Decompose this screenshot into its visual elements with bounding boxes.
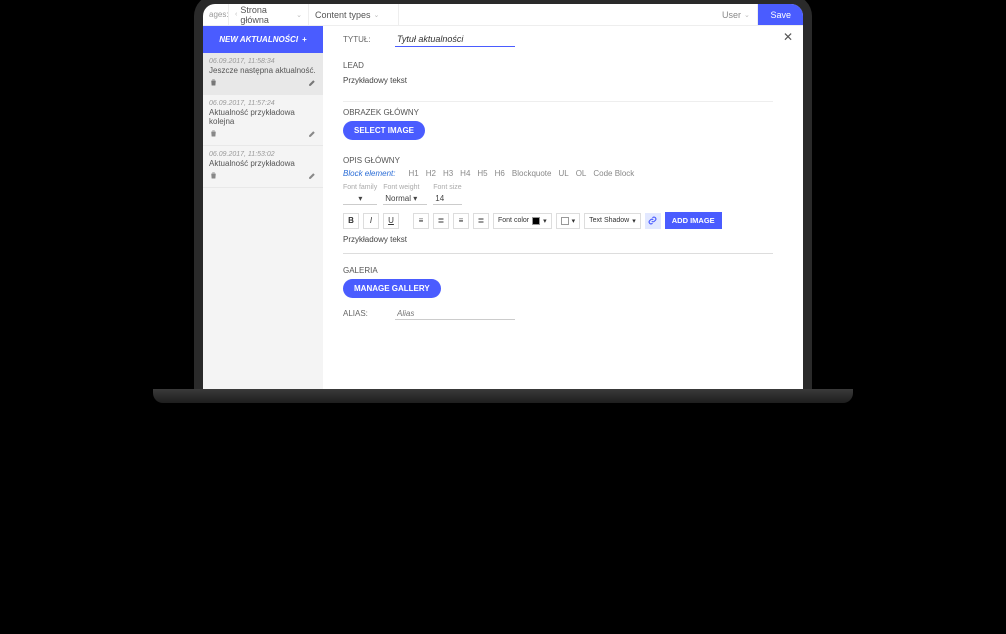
link-button[interactable]	[645, 213, 661, 229]
lead-label: LEAD	[343, 61, 773, 70]
align-center-button[interactable]: ≣	[433, 213, 449, 229]
align-justify-button[interactable]: ≣	[473, 213, 489, 229]
font-size-label: Font size	[433, 184, 461, 191]
ul-button[interactable]: UL	[558, 169, 568, 178]
white-swatch-icon	[561, 217, 569, 225]
item-date: 06.09.2017, 11:57:24	[209, 100, 317, 107]
alias-label: ALIAS:	[343, 309, 381, 318]
plus-icon: +	[302, 35, 307, 44]
gallery-label: GALERIA	[343, 266, 773, 275]
black-swatch-icon	[532, 217, 540, 225]
editor-body[interactable]: Przykładowy tekst	[343, 232, 773, 247]
title-input[interactable]	[395, 32, 515, 47]
codeblock-button[interactable]: Code Block	[593, 169, 634, 178]
font-color-label: Font color	[498, 217, 529, 224]
text-shadow-label: Text Shadow	[589, 217, 629, 224]
font-size-select[interactable]: 14	[433, 193, 461, 205]
heading-h1-button[interactable]: H1	[408, 169, 418, 178]
lead-textarea[interactable]: Przykładowy tekst	[343, 74, 773, 87]
user-dropdown[interactable]: User ⌄	[714, 4, 758, 25]
font-family-label: Font family	[343, 184, 377, 191]
font-weight-select[interactable]: Normal ▾	[383, 193, 427, 205]
user-label: User	[722, 10, 741, 20]
item-title: Aktualność przykładowa kolejna	[209, 108, 317, 126]
chevron-left-icon: ‹	[235, 11, 237, 18]
select-image-button[interactable]: SELECT IMAGE	[343, 121, 425, 140]
item-date: 06.09.2017, 11:58:34	[209, 58, 317, 65]
main-desc-label: OPIS GŁÓWNY	[343, 156, 773, 165]
new-button-label: NEW AKTUALNOŚCI	[219, 35, 298, 44]
bg-color-dropdown[interactable]: ▾	[556, 213, 581, 229]
blockquote-button[interactable]: Blockquote	[512, 169, 552, 178]
main-image-label: OBRAZEK GŁÓWNY	[343, 108, 773, 117]
underline-button[interactable]: U	[383, 213, 399, 229]
pages-text: ages:	[209, 10, 229, 19]
nav-home-dropdown[interactable]: ‹ Strona główna ⌄	[229, 4, 309, 25]
topbar-spacer	[399, 4, 714, 25]
trash-icon[interactable]	[209, 171, 218, 183]
ol-button[interactable]: OL	[576, 169, 587, 178]
sidebar-item[interactable]: 06.09.2017, 11:53:02 Aktualność przykład…	[203, 146, 323, 188]
edit-icon[interactable]	[308, 171, 317, 183]
add-image-button[interactable]: ADD IMAGE	[665, 212, 722, 229]
heading-h3-button[interactable]: H3	[443, 169, 453, 178]
manage-gallery-button[interactable]: MANAGE GALLERY	[343, 279, 441, 298]
chevron-down-icon: ⌄	[296, 11, 302, 19]
content-form: ✕ TYTUŁ: LEAD Przykładowy tekst OBRAZEK …	[323, 26, 803, 389]
edit-icon[interactable]	[308, 129, 317, 141]
block-element-label: Block element:	[343, 169, 395, 178]
sidebar-item[interactable]: 06.09.2017, 11:57:24 Aktualność przykład…	[203, 95, 323, 146]
save-label: Save	[770, 10, 791, 20]
types-label: Content types	[315, 10, 371, 20]
top-bar: ages: ‹ Strona główna ⌄ Content types ⌄ …	[203, 4, 803, 26]
sidebar: NEW AKTUALNOŚCI + 06.09.2017, 11:58:34 J…	[203, 26, 323, 389]
alias-input[interactable]	[395, 308, 515, 320]
edit-icon[interactable]	[308, 78, 317, 90]
rich-text-editor: Block element: H1 H2 H3 H4 H5 H6 Blockqu…	[343, 169, 773, 254]
heading-h2-button[interactable]: H2	[426, 169, 436, 178]
sidebar-item[interactable]: 06.09.2017, 11:58:34 Jeszcze następna ak…	[203, 53, 323, 95]
chevron-down-icon: ⌄	[374, 11, 380, 19]
close-icon[interactable]: ✕	[783, 30, 793, 44]
text-shadow-dropdown[interactable]: Text Shadow▾	[584, 213, 641, 229]
trash-icon[interactable]	[209, 78, 218, 90]
new-item-button[interactable]: NEW AKTUALNOŚCI +	[203, 26, 323, 53]
font-color-dropdown[interactable]: Font color ▾	[493, 213, 552, 229]
laptop-base	[153, 389, 853, 403]
heading-h4-button[interactable]: H4	[460, 169, 470, 178]
title-label: TYTUŁ:	[343, 35, 381, 44]
heading-h6-button[interactable]: H6	[495, 169, 505, 178]
chevron-down-icon: ⌄	[744, 11, 750, 19]
italic-button[interactable]: I	[363, 213, 379, 229]
home-label: Strona główna	[240, 5, 293, 25]
save-button[interactable]: Save	[758, 4, 803, 25]
font-family-select[interactable]: ▾	[343, 193, 377, 205]
align-right-button[interactable]: ≡	[453, 213, 469, 229]
item-title: Jeszcze następna aktualność.	[209, 66, 317, 75]
heading-h5-button[interactable]: H5	[477, 169, 487, 178]
bold-button[interactable]: B	[343, 213, 359, 229]
align-left-button[interactable]: ≡	[413, 213, 429, 229]
item-date: 06.09.2017, 11:53:02	[209, 151, 317, 158]
pages-label-fragment: ages:	[203, 4, 229, 25]
font-weight-label: Font weight	[383, 184, 427, 191]
trash-icon[interactable]	[209, 129, 218, 141]
item-title: Aktualność przykładowa	[209, 159, 317, 168]
nav-content-types-dropdown[interactable]: Content types ⌄	[309, 4, 399, 25]
